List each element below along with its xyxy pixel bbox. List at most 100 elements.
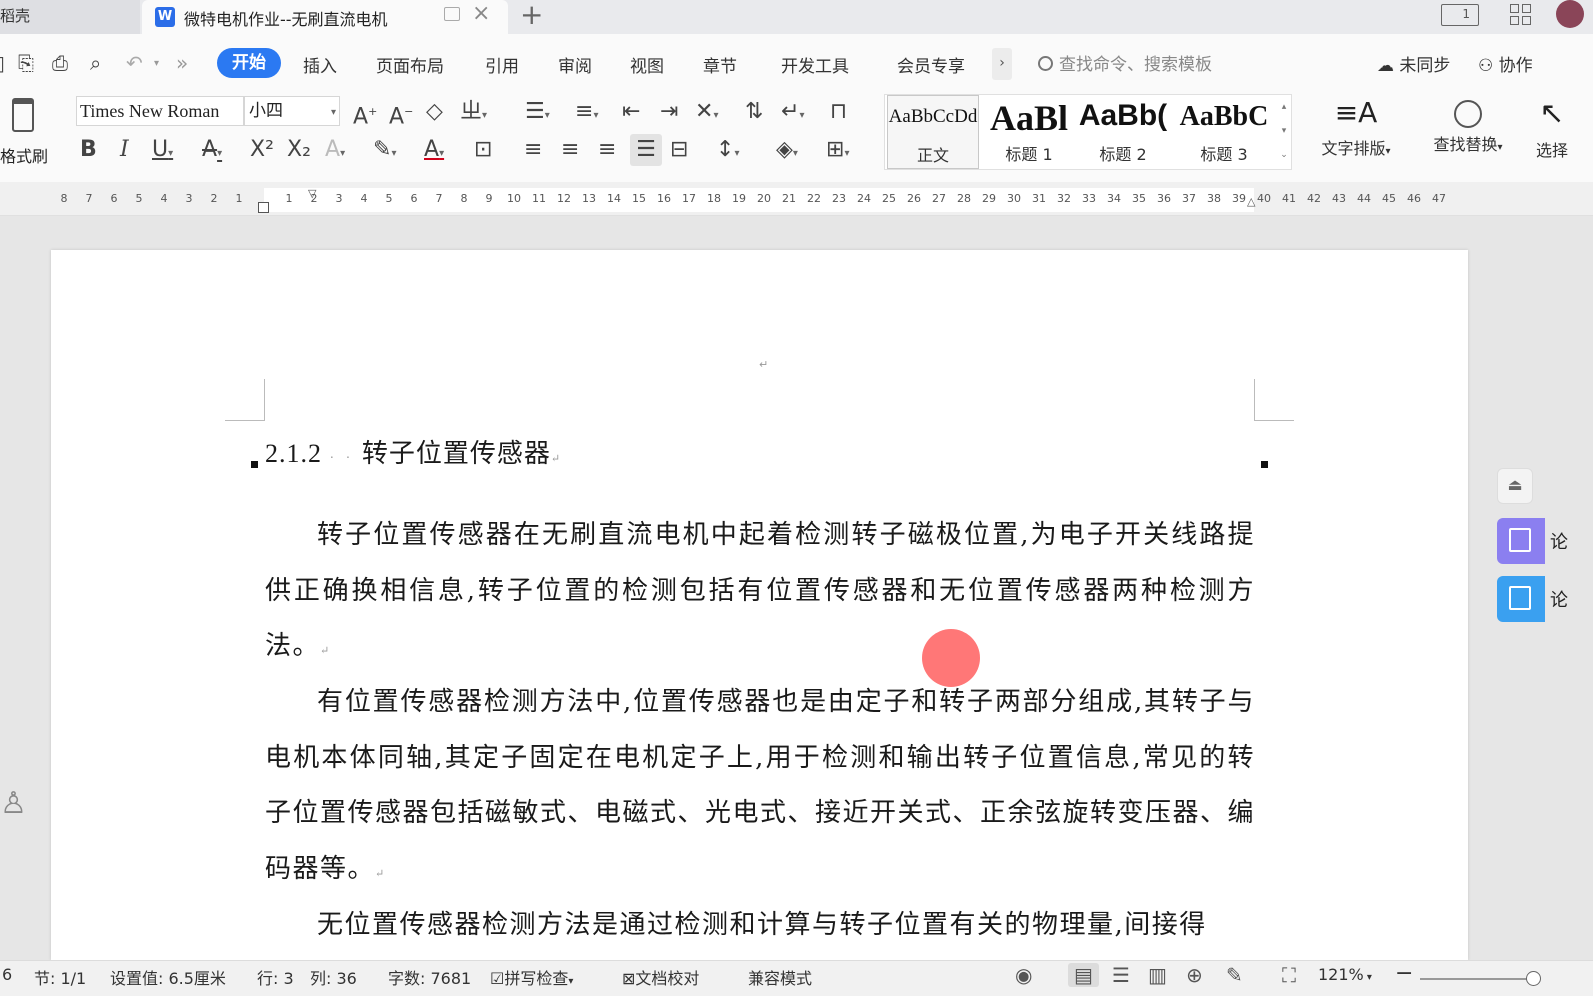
line-break-icon[interactable]: ↵▾ <box>781 100 804 128</box>
menu-chapter[interactable]: 章节 <box>703 52 737 77</box>
find-replace-button[interactable]: 查找替换▾ <box>1422 96 1514 155</box>
horizontal-ruler[interactable]: 8 7 6 5 4 3 2 1 1 2 3 4 5 6 7 8 9 10 11 12 13 14 15 16 17 18 19 20 2… <box>0 182 1593 216</box>
zoom-slider-thumb[interactable] <box>1526 971 1541 986</box>
reading-view-icon[interactable]: ▥ <box>1148 963 1167 987</box>
align-left-icon[interactable]: ≡ <box>524 138 542 162</box>
write-view-icon[interactable]: ✎ <box>1226 963 1243 987</box>
spell-check-toggle[interactable]: ☑拼写检查▾ <box>490 965 573 989</box>
print-icon[interactable]: ⎙ <box>52 51 68 75</box>
text-layout-button[interactable]: ≡A 文字排版▾ <box>1310 96 1402 159</box>
menu-review[interactable]: 审阅 <box>558 52 592 77</box>
style-heading-3[interactable]: AaBbC 标题 3 <box>1173 95 1275 169</box>
select-button[interactable]: ↖ 选择 <box>1522 96 1582 161</box>
menu-more-chevron-icon[interactable]: › <box>992 48 1012 80</box>
align-right-icon[interactable]: ≡ <box>598 138 616 162</box>
bold-icon[interactable]: B <box>80 138 97 162</box>
collapse-panel-icon[interactable]: ⏏ <box>1497 468 1533 504</box>
close-icon[interactable]: × <box>472 1 490 26</box>
first-line-indent-marker[interactable]: ▽ <box>308 187 316 200</box>
undo-dropdown-icon[interactable]: ▾ <box>154 58 159 69</box>
style-heading-2[interactable]: AaBb( 标题 2 <box>1077 95 1169 169</box>
sort-icon[interactable]: ⇅ <box>745 100 763 124</box>
distributed-align-icon[interactable]: ⊟ <box>670 138 688 162</box>
command-search[interactable]: 查找命令、搜索模板 <box>1038 50 1212 75</box>
tab-stops-icon[interactable]: ⊓ <box>830 100 847 124</box>
sync-status[interactable]: ☁ 未同步 <box>1377 51 1450 76</box>
side-tool-1[interactable]: 论 <box>1497 518 1568 564</box>
grid-apps-icon[interactable] <box>1510 4 1532 26</box>
paragraph-1[interactable]: 转子位置传感器在无刷直流电机中起着检测转子磁极位置,为电子开关线路提供正确换相信… <box>265 508 1255 679</box>
menu-view[interactable]: 视图 <box>630 52 664 77</box>
char-border-icon[interactable]: ⊡ <box>474 138 492 162</box>
font-size-select[interactable]: 小四 ▾ <box>244 96 340 126</box>
justify-icon[interactable]: ☰ <box>630 134 662 166</box>
new-tab-plus-icon[interactable]: + <box>520 0 543 31</box>
status-word-count[interactable]: 字数: 7681 <box>388 965 471 989</box>
zoom-slider-track[interactable] <box>1420 978 1530 980</box>
style-normal[interactable]: AaBbCcDd 正文 <box>887 95 979 169</box>
monitor-icon[interactable] <box>444 7 460 21</box>
outline-view-icon[interactable]: ☰ <box>1112 963 1130 987</box>
style-heading-1[interactable]: AaBl 标题 1 <box>983 95 1075 169</box>
font-color-icon[interactable]: A▾ <box>424 138 444 166</box>
section-heading[interactable]: 2.1.2 · · 转子位置传感器↵ <box>265 433 561 470</box>
document-page[interactable]: ↵ 2.1.2 · · 转子位置传感器↵ 转子位置传感器在无刷直流电机中起着检测… <box>51 250 1468 960</box>
highlight-icon[interactable]: ✎▾ <box>373 138 396 166</box>
bullet-list-icon[interactable]: ☰▾ <box>525 100 550 128</box>
layout-toggle-icon[interactable]: 1 <box>1441 4 1479 26</box>
menu-developer[interactable]: 开发工具 <box>781 52 849 77</box>
menu-member[interactable]: 会员专享 <box>897 52 965 77</box>
zoom-select[interactable]: 121% ▾ <box>1318 965 1372 984</box>
more-quick-icon[interactable]: » <box>176 51 188 75</box>
status-setting[interactable]: 设置值: 6.5厘米 <box>110 965 226 989</box>
menu-page-layout[interactable]: 页面布局 <box>376 52 444 77</box>
save-icon[interactable]: ▯ <box>0 51 5 75</box>
italic-icon[interactable]: I <box>120 138 129 162</box>
zoom-out-icon[interactable]: − <box>1395 961 1413 986</box>
status-page[interactable]: 6 <box>2 965 12 984</box>
paragraph-3[interactable]: 无位置传感器检测方法是通过检测和计算与转子位置有关的物理量,间接得 <box>265 898 1255 954</box>
side-tool-2[interactable]: 论 <box>1497 576 1568 622</box>
underline-icon[interactable]: U▾ <box>152 138 173 166</box>
left-indent-marker[interactable] <box>258 202 269 213</box>
menu-start[interactable]: 开始 <box>217 48 281 78</box>
undo-icon[interactable]: ↶ <box>126 51 143 75</box>
tab-docer[interactable]: 稻壳 <box>0 0 140 34</box>
side-assistant-icon[interactable]: ♙ <box>0 786 27 821</box>
menu-references[interactable]: 引用 <box>485 52 519 77</box>
text-direction-icon[interactable]: ✕▾ <box>695 100 718 128</box>
print-preview-icon[interactable]: ⌕ <box>90 51 101 75</box>
frame-handle-left[interactable] <box>251 461 258 468</box>
strikethrough-icon[interactable]: A▾ <box>202 138 222 166</box>
tab-document[interactable]: W 微特电机作业--无刷直流电机 × <box>142 0 508 34</box>
numbered-list-icon[interactable]: ≡▾ <box>575 100 598 128</box>
borders-icon[interactable]: ⊞▾ <box>826 138 849 166</box>
shading-icon[interactable]: ◈▾ <box>776 138 798 166</box>
superscript-icon[interactable]: X² <box>250 138 274 162</box>
menu-insert[interactable]: 插入 <box>303 52 337 77</box>
doc-proof-button[interactable]: ⊠文档校对 <box>622 965 699 989</box>
web-view-icon[interactable]: ⊕ <box>1186 963 1203 987</box>
font-name-select[interactable]: Times New Roman <box>76 96 244 126</box>
line-spacing-icon[interactable]: ↕▾ <box>716 138 739 166</box>
grow-font-icon[interactable]: A+ <box>353 100 377 129</box>
user-avatar[interactable] <box>1556 0 1584 28</box>
right-indent-marker[interactable]: △ <box>1247 195 1255 208</box>
status-section[interactable]: 节: 1/1 <box>34 965 86 989</box>
clear-format-icon[interactable]: ◇ <box>426 100 443 124</box>
increase-indent-icon[interactable]: ⇥ <box>660 100 678 124</box>
styles-scroll[interactable]: ▴ ▾ ⌄ <box>1277 95 1291 169</box>
paragraph-2[interactable]: 有位置传感器检测方法中,位置传感器也是由定子和转子两部分组成,其转子与电机本体同… <box>265 675 1255 901</box>
align-center-icon[interactable]: ≡ <box>561 138 579 162</box>
subscript-icon[interactable]: X₂ <box>287 138 311 162</box>
export-pdf-icon[interactable]: ⎘ <box>18 51 34 75</box>
decrease-indent-icon[interactable]: ⇤ <box>622 100 640 124</box>
frame-handle-right[interactable] <box>1261 461 1268 468</box>
text-effect-icon[interactable]: A▾ <box>325 138 345 166</box>
fit-page-icon[interactable]: ⛶ <box>1282 963 1296 987</box>
eye-protection-icon[interactable]: ◉ <box>1015 963 1032 987</box>
status-row[interactable]: 行: 3 <box>257 965 294 989</box>
status-col[interactable]: 列: 36 <box>310 965 357 989</box>
collab-button[interactable]: ⚇ 协作 <box>1478 51 1533 76</box>
page-view-icon[interactable]: ▤ <box>1068 963 1099 987</box>
